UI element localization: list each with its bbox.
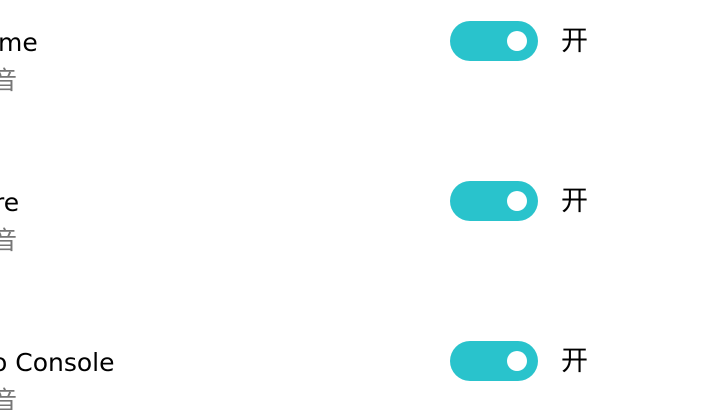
setting-row: re 音 开: [0, 160, 724, 260]
toggle-state-label: 开: [561, 186, 588, 217]
settings-page: me 音 开 re 音 开 o Console 音 开: [0, 0, 724, 410]
setting-row: o Console 音 开: [0, 320, 724, 410]
setting-subtitle: 音: [0, 226, 18, 255]
setting-row: me 音 开: [0, 0, 724, 100]
toggle-switch[interactable]: [450, 21, 538, 61]
toggle-state-label: 开: [561, 346, 588, 377]
setting-subtitle: 音: [0, 66, 18, 95]
toggle-switch[interactable]: [450, 341, 538, 381]
toggle-knob: [507, 351, 527, 371]
toggle-state-label: 开: [561, 26, 588, 57]
setting-title: re: [0, 188, 20, 217]
setting-subtitle: 音: [0, 386, 18, 410]
toggle-knob: [507, 31, 527, 51]
toggle-switch[interactable]: [450, 181, 538, 221]
setting-title: me: [0, 28, 38, 57]
toggle-knob: [507, 191, 527, 211]
setting-title: o Console: [0, 348, 115, 377]
